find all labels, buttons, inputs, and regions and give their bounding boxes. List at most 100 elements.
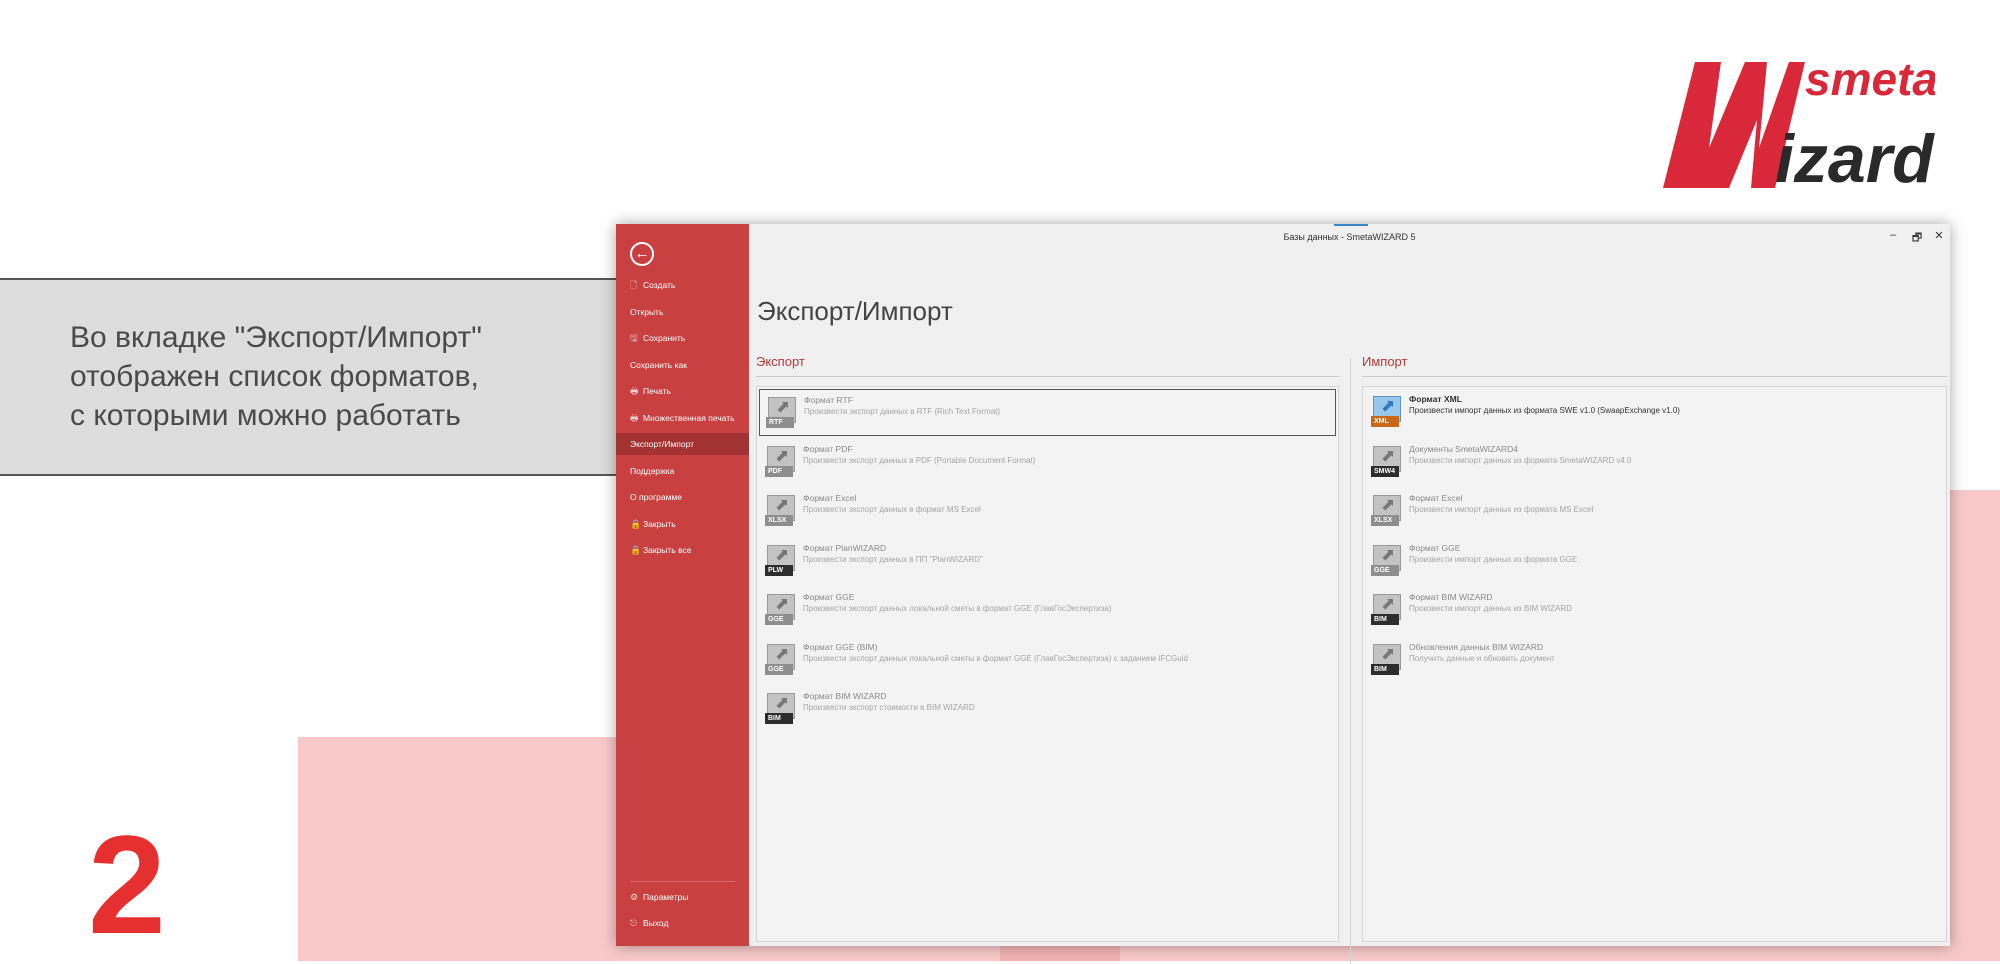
format-item[interactable]: ⬈ BIM Формат BIM WIZARD Произвести импорт д…: [1365, 587, 1944, 634]
format-item[interactable]: ⬈ SMW4 Документы SmetaWIZARD4 Произвести им…: [1365, 439, 1944, 486]
callout-panel: Во вкладке "Экспорт/Импорт" отображен сп…: [0, 278, 640, 476]
lock-icon: 🔒: [630, 518, 642, 529]
backstage-sidebar: ← 🗋 Создать Открыть 🖫 Сохранить Сохранить как…: [616, 224, 749, 946]
close-button[interactable]: ✕: [1932, 229, 1946, 242]
sidebar-item-label: Параметры: [643, 892, 689, 902]
sidebar-item-label: Сохранить как: [630, 359, 687, 370]
format-name: Формат GGE (BIM): [803, 641, 878, 652]
sidebar-item-sidebar.items10[interactable]: 🔒 Закрыть все: [616, 539, 749, 561]
sidebar-item-label: О программе: [630, 492, 683, 502]
restore-button[interactable]: 🗗: [1910, 229, 1924, 248]
format-name: Формат XML: [1409, 394, 1462, 404]
format-name: Формат GGE: [803, 592, 855, 602]
new-doc-icon: 🗋: [630, 280, 638, 290]
format-file-icon: ⬈ BIM: [1371, 643, 1401, 676]
sidebar-item-sidebar.items6[interactable]: Экспорт/Импорт: [616, 433, 749, 455]
format-tag: GGE: [765, 614, 793, 625]
sidebar-item-sidebar.items5[interactable]: 🖶 Множественная печать: [616, 407, 749, 429]
step-number: 2: [88, 806, 166, 963]
format-description: Произвести импорт данных из BIM WIZARD: [1409, 604, 1572, 613]
multi-print-icon: 🖶: [630, 412, 639, 423]
sidebar-item-label: Экспорт/Импорт: [630, 439, 695, 449]
save-icon: 🖫: [630, 333, 638, 343]
sidebar-item-sidebar.items3[interactable]: Сохранить как: [616, 354, 749, 376]
format-item[interactable]: ⬈ BIM Обновления данных BIM WIZARD Получить…: [1365, 637, 1944, 684]
sidebar-item-label: Выход: [643, 918, 669, 928]
format-item[interactable]: ⬈ PLW Формат PlanWIZARD Произвести экспорт …: [759, 538, 1336, 585]
format-file-icon: ⬈ BIM: [765, 693, 795, 725]
format-tag: BIM: [765, 713, 793, 724]
logo-word-bottom: izard: [1775, 121, 1935, 197]
callout-line: Во вкладке "Экспорт/Импорт": [70, 321, 482, 354]
format-name: Формат RTF: [804, 395, 853, 405]
settings-icon: ⚙: [630, 892, 639, 902]
format-description: Произвести экспорт стоимости в BIM WIZAR…: [803, 703, 975, 712]
format-item[interactable]: ⬈ XML Формат XML Произвести импорт данных и…: [1365, 389, 1944, 436]
callout-line: с которыми можно работать: [70, 399, 461, 432]
lock-icon: 🔒: [630, 545, 642, 555]
minimize-button[interactable]: –: [1886, 229, 1900, 241]
format-name: Формат GGE: [1409, 542, 1461, 553]
import-section: Импорт ⬈ XML Формат XML Произвести импорт д…: [1362, 354, 1947, 942]
sidebar-item-sidebar.items7[interactable]: Поддержка: [616, 460, 749, 482]
format-description: Произвести импорт данных из формата GGE: [1409, 554, 1578, 564]
format-tag: BIM: [1371, 663, 1399, 675]
app-window: ← 🗋 Создать Открыть 🖫 Сохранить Сохранить как…: [616, 224, 1950, 964]
format-file-icon: ⬈ GGE: [765, 643, 795, 676]
format-name: Обновления данных BIM WIZARD: [1409, 641, 1544, 652]
format-file-icon: ⬈ SMW4: [1371, 445, 1401, 478]
format-description: Произвести импорт данных из формата Smet…: [1409, 455, 1632, 465]
sidebar-item-label: Печать: [643, 386, 671, 396]
sidebar-item-label: Открыть: [630, 306, 664, 317]
format-description: Произвести импорт данных из формата MS E…: [1409, 505, 1594, 514]
print-icon: 🖶: [630, 386, 639, 396]
sidebar-item-sidebar.items4[interactable]: 🖶 Печать: [616, 380, 749, 402]
sidebar-divider: [630, 881, 735, 882]
format-file-icon: ⬈ XML: [1371, 396, 1401, 428]
format-tag: XLSX: [1371, 515, 1399, 526]
format-tag: PLW: [765, 564, 793, 576]
import-section-title: Импорт: [1362, 354, 1408, 369]
format-item[interactable]: ⬈ RTF Формат RTF Произвести экспорт данных …: [759, 389, 1336, 436]
sidebar-item-label: Множественная печать: [643, 412, 735, 423]
export-section-title: Экспорт: [756, 354, 805, 369]
back-arrow-icon[interactable]: ←: [630, 242, 654, 266]
page-title: Экспорт/Импорт: [757, 296, 953, 326]
format-name: Формат BIM WIZARD: [803, 691, 887, 701]
format-file-icon: ⬈ PDF: [765, 445, 795, 478]
format-item[interactable]: ⬈ BIM Формат BIM WIZARD Произвести экспорт …: [759, 686, 1336, 733]
section-rule: [756, 376, 1339, 377]
sidebar-item-sidebar.bottom_items0[interactable]: ⚙ Параметры: [616, 886, 749, 908]
format-item[interactable]: ⬈ PDF Формат PDF Произвести экспорт данных …: [759, 439, 1336, 486]
format-item[interactable]: ⬈ XLSX Формат Excel Произвести экспорт данн…: [759, 488, 1336, 535]
exit-icon: ⎋: [630, 918, 638, 928]
callout-line: отображен список форматов,: [70, 360, 479, 393]
format-item[interactable]: ⬈ GGE Формат GGE Произвести экспорт данных …: [759, 587, 1336, 634]
format-item[interactable]: ⬈ GGE Формат GGE Произвести импорт данных и…: [1365, 538, 1944, 585]
format-description: Произвести экспорт данных в формат МS Ex…: [803, 505, 981, 514]
format-tag: GGE: [1371, 564, 1399, 576]
format-file-icon: ⬈ GGE: [1371, 544, 1401, 577]
sidebar-item-label: Создать: [643, 280, 676, 290]
format-file-icon: ⬈ XLSX: [1371, 495, 1401, 527]
import-format-list: ⬈ XML Формат XML Произвести импорт данных и…: [1362, 386, 1947, 942]
sidebar-item-sidebar.items0[interactable]: 🗋 Создать: [616, 274, 749, 296]
format-tag: XLSX: [765, 515, 793, 526]
sidebar-item-sidebar.bottom_items1[interactable]: ⎋ Выход: [616, 912, 749, 934]
format-file-icon: ⬈ BIM: [1371, 594, 1401, 626]
window-title: Базы данных - SmetaWIZARD 5: [1283, 232, 1416, 242]
main-content: Экспорт/Импорт Экспорт ⬈ RTF Формат RTF Про…: [749, 250, 1950, 964]
format-description: Произвести экспорт данных локальной смет…: [803, 604, 1112, 613]
format-tag: BIM: [1371, 614, 1399, 625]
format-description: Произвести экспорт данных в PDF (Portabl…: [803, 455, 1036, 465]
format-tag: XML: [1371, 416, 1399, 427]
format-item[interactable]: ⬈ XLSX Формат Excel Произвести импорт данны…: [1365, 488, 1944, 535]
format-tag: GGE: [765, 663, 793, 675]
format-name: Формат Excel: [803, 493, 857, 503]
sidebar-item-sidebar.items8[interactable]: О программе: [616, 486, 749, 508]
sidebar-item-sidebar.items9[interactable]: 🔒 Закрыть: [616, 513, 749, 535]
title-bar: Базы данных - SmetaWIZARD 5 – 🗗 ✕: [749, 224, 1950, 250]
sidebar-item-sidebar.items2[interactable]: 🖫 Сохранить: [616, 327, 749, 349]
format-item[interactable]: ⬈ GGE Формат GGE (BIM) Произвести экспорт д…: [759, 637, 1336, 684]
sidebar-item-sidebar.items1[interactable]: Открыть: [616, 301, 749, 323]
